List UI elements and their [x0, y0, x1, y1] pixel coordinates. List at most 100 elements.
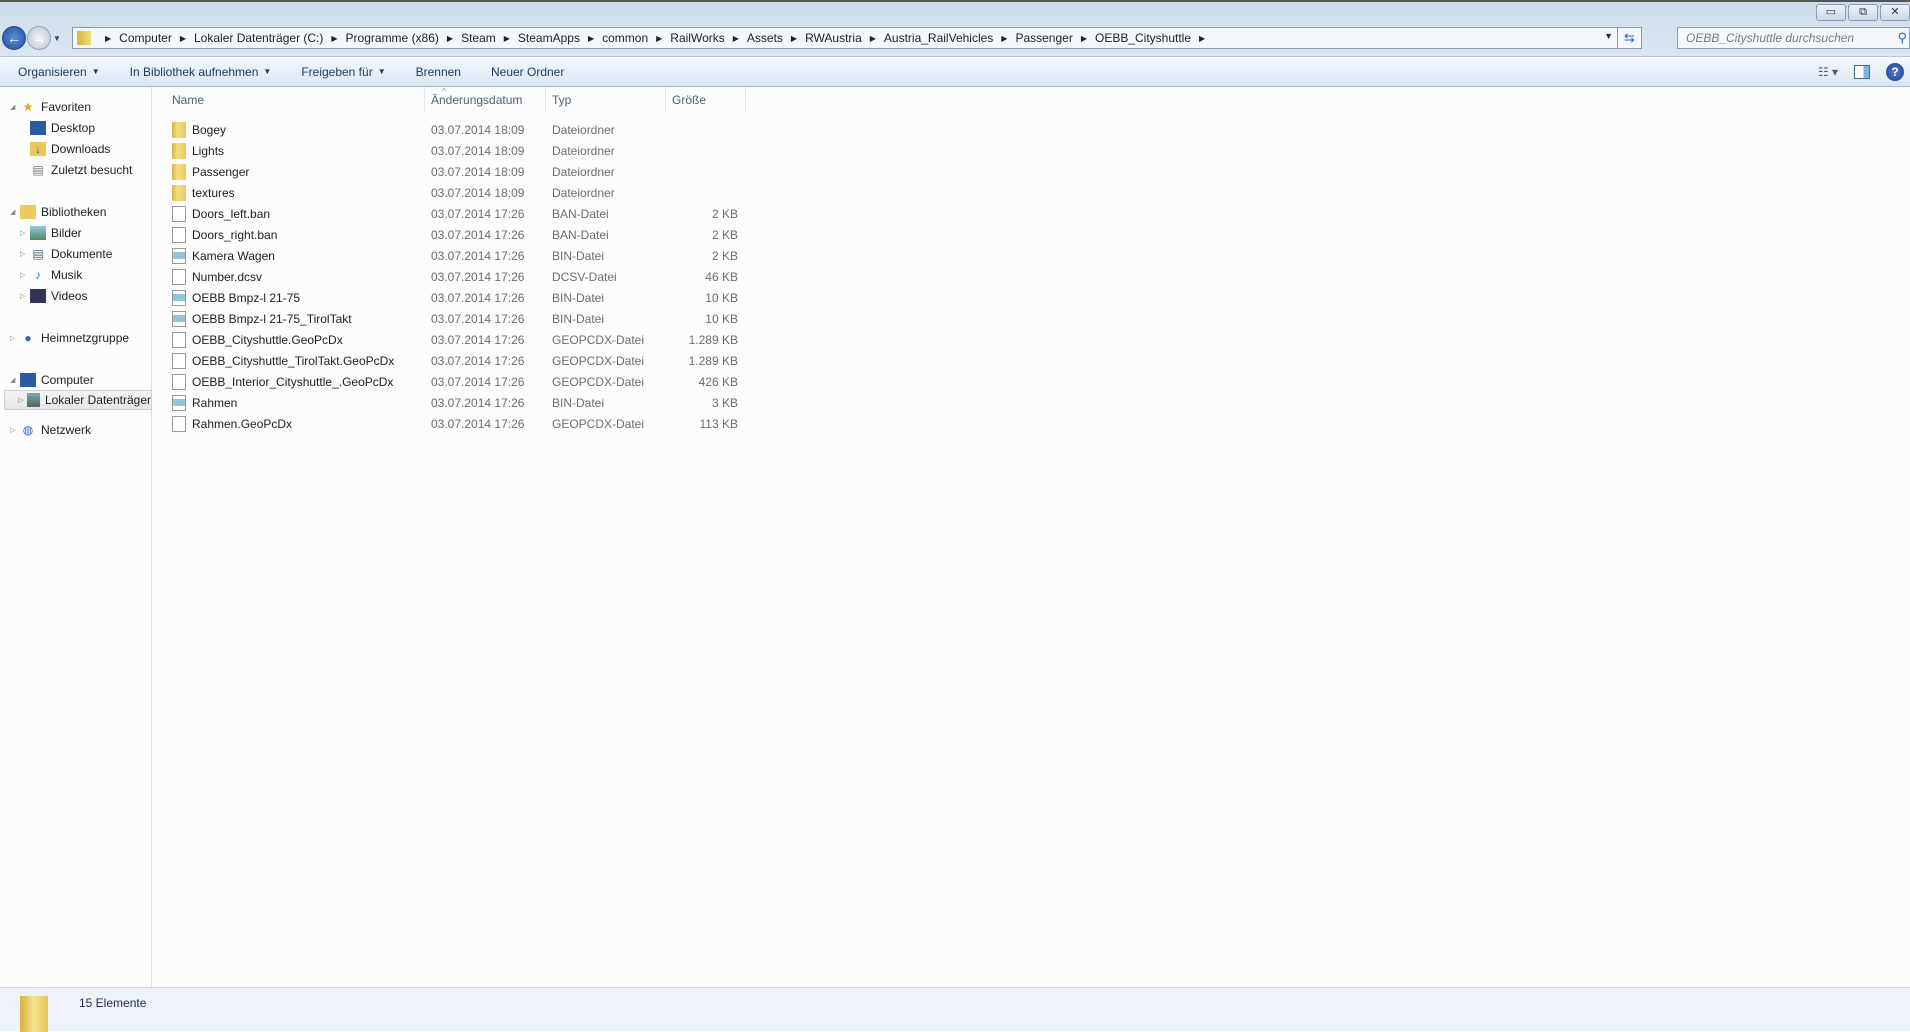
sidebar-item-favorites[interactable]: ◢ ★ Favoriten	[10, 97, 91, 117]
file-row[interactable]: OEBB Bmpz-l 21-75 03.07.2014 17:26 BIN-Dat…	[152, 287, 752, 308]
search-placeholder: OEBB_Cityshuttle durchsuchen	[1686, 31, 1855, 45]
file-row[interactable]: Rahmen 03.07.2014 17:26 BIN-Datei 3 KB	[152, 392, 752, 413]
collapsed-icon[interactable]: ▷	[20, 229, 30, 237]
file-row[interactable]: Doors_right.ban 03.07.2014 17:26 BAN-Datei…	[152, 224, 752, 245]
breadcrumb-item[interactable]: Programme (x86) ▶	[346, 31, 462, 45]
burn-button[interactable]: Brennen	[416, 65, 461, 79]
file-row[interactable]: Lights 03.07.2014 18:09 Dateiordner	[152, 140, 752, 161]
chevron-right-icon[interactable]: ▶	[180, 34, 186, 43]
breadcrumb-item[interactable]: Lokaler Datenträger (C:) ▶	[194, 31, 346, 45]
sidebar-item-pictures[interactable]: ▷ Bilder	[20, 223, 82, 243]
breadcrumb-label: SteamApps	[517, 31, 580, 45]
file-row[interactable]: Rahmen.GeoPcDx 03.07.2014 17:26 GEOPCDX-Da…	[152, 413, 752, 434]
breadcrumb-item[interactable]: RailWorks ▶	[670, 31, 747, 45]
close-button[interactable]: ✕	[1880, 4, 1910, 21]
file-row[interactable]: Passenger 03.07.2014 18:09 Dateiordner	[152, 161, 752, 182]
breadcrumb-item[interactable]: RWAustria ▶	[805, 31, 884, 45]
collapsed-icon[interactable]: ▷	[10, 334, 20, 342]
address-bar[interactable]: ▶ Computer ▶ Lokaler Datenträger (C:) ▶ Prog…	[72, 27, 1642, 49]
forward-button[interactable]: →	[27, 26, 51, 50]
breadcrumb-item[interactable]: Computer ▶	[119, 31, 194, 45]
sidebar-item-network[interactable]: ▷ ◍ Netzwerk	[10, 420, 91, 440]
chevron-right-icon[interactable]: ▶	[656, 34, 662, 43]
collapsed-icon[interactable]: ▷	[20, 250, 30, 258]
breadcrumb-item[interactable]: Assets ▶	[747, 31, 805, 45]
back-button[interactable]: ←	[2, 26, 26, 50]
file-name: Doors_left.ban	[192, 206, 271, 221]
file-row[interactable]: OEBB_Cityshuttle_TirolTakt.GeoPcDx 03.07.…	[152, 350, 752, 371]
chevron-right-icon[interactable]: ▶	[1001, 34, 1007, 43]
sidebar-item-music[interactable]: ▷ ♪ Musik	[20, 265, 82, 285]
breadcrumb-item[interactable]: SteamApps ▶	[518, 31, 602, 45]
chevron-right-icon[interactable]: ▶	[447, 34, 453, 43]
column-header-type[interactable]: Typ	[546, 87, 666, 113]
include-in-library-button[interactable]: In Bibliothek aufnehmen ▼	[130, 65, 272, 79]
chevron-right-icon[interactable]: ▶	[331, 34, 337, 43]
search-icon[interactable]: ⚲	[1897, 30, 1907, 46]
label: Heimnetzgruppe	[41, 331, 130, 345]
file-row[interactable]: textures 03.07.2014 18:09 Dateiordner	[152, 182, 752, 203]
preview-pane-icon[interactable]	[1854, 65, 1870, 79]
column-header-size[interactable]: Größe	[666, 87, 746, 113]
file-row[interactable]: Kamera Wagen 03.07.2014 17:26 BIN-Datei 2 K…	[152, 245, 752, 266]
file-row[interactable]: OEBB_Cityshuttle.GeoPcDx 03.07.2014 17:26…	[152, 329, 752, 350]
recent-pages-dropdown[interactable]: ▼	[53, 34, 61, 43]
chevron-right-icon[interactable]: ▶	[870, 34, 876, 43]
file-row[interactable]: OEBB_Interior_Cityshuttle_.GeoPcDx 03.07.…	[152, 371, 752, 392]
breadcrumb-item[interactable]: OEBB_Cityshuttle ▶	[1095, 31, 1213, 45]
breadcrumb-item[interactable]: Austria_RailVehicles ▶	[884, 31, 1016, 45]
column-header-name[interactable]: Name ^	[152, 87, 446, 113]
file-type: BAN-Datei	[552, 206, 609, 221]
file-date: 03.07.2014 17:26	[431, 332, 525, 347]
new-folder-button[interactable]: Neuer Ordner	[491, 65, 564, 79]
organize-button[interactable]: Organisieren ▼	[18, 65, 100, 79]
chevron-right-icon[interactable]: ▶	[105, 34, 111, 43]
file-name-cell: OEBB_Cityshuttle.GeoPcDx	[172, 331, 343, 348]
breadcrumb-item[interactable]: Steam ▶	[461, 31, 518, 45]
minimize-button[interactable]: ▭	[1816, 4, 1846, 21]
refresh-button[interactable]: ⇆	[1617, 28, 1641, 48]
breadcrumb-label: RWAustria	[805, 31, 862, 45]
chevron-right-icon[interactable]: ▶	[1081, 34, 1087, 43]
file-date: 03.07.2014 17:26	[431, 374, 525, 389]
sidebar-item-downloads[interactable]: ↓ Downloads	[30, 139, 110, 159]
sidebar-item-recent[interactable]: ▤ Zuletzt besucht	[30, 160, 132, 180]
sidebar-item-desktop[interactable]: Desktop	[30, 118, 95, 138]
file-row[interactable]: Bogey 03.07.2014 18:09 Dateiordner	[152, 119, 752, 140]
expanded-icon[interactable]: ◢	[10, 208, 20, 216]
expanded-icon[interactable]: ◢	[10, 376, 20, 384]
chevron-right-icon[interactable]: ▶	[588, 34, 594, 43]
restore-button[interactable]: ⧉	[1848, 4, 1878, 21]
sidebar-item-libraries[interactable]: ◢ Bibliotheken	[10, 202, 106, 222]
breadcrumb-item[interactable]: common ▶	[602, 31, 670, 45]
file-row[interactable]: Number.dcsv 03.07.2014 17:26 DCSV-Datei 46 …	[152, 266, 752, 287]
sidebar-item-homegroup[interactable]: ▷ ● Heimnetzgruppe	[10, 328, 129, 348]
sidebar-item-documents[interactable]: ▷ ▤ Dokumente	[20, 244, 112, 264]
file-date: 03.07.2014 18:09	[431, 164, 525, 179]
collapsed-icon[interactable]: ▷	[20, 292, 30, 300]
search-input[interactable]: OEBB_Cityshuttle durchsuchen ⚲	[1677, 27, 1910, 49]
expanded-icon[interactable]: ◢	[10, 103, 20, 111]
sidebar-item-videos[interactable]: ▷ Videos	[20, 286, 87, 306]
collapsed-icon[interactable]: ▷	[10, 426, 20, 434]
star-icon: ★	[22, 100, 34, 114]
sidebar-item-computer[interactable]: ◢ Computer	[10, 370, 94, 390]
help-icon[interactable]: ?	[1886, 63, 1904, 81]
sidebar-item-local-disk[interactable]: ▷ Lokaler Datenträger	[4, 390, 152, 410]
file-row[interactable]: Doors_left.ban 03.07.2014 17:26 BAN-Datei 2…	[152, 203, 752, 224]
breadcrumb-item[interactable]: Passenger ▶	[1015, 31, 1095, 45]
file-name: Bogey	[192, 122, 227, 137]
file-date: 03.07.2014 17:26	[431, 206, 525, 221]
chevron-right-icon[interactable]: ▶	[504, 34, 510, 43]
chevron-right-icon[interactable]: ▶	[1199, 34, 1205, 43]
navigation-pane: ◢ ★ Favoriten Desktop ↓ Downloads ▤ Zuletzt …	[0, 87, 152, 987]
collapsed-icon[interactable]: ▷	[20, 271, 30, 279]
chevron-right-icon[interactable]: ▶	[733, 34, 739, 43]
address-dropdown[interactable]: ▼	[1604, 31, 1613, 41]
file-row[interactable]: OEBB Bmpz-l 21-75_TirolTakt 03.07.2014 17…	[152, 308, 752, 329]
column-header-date[interactable]: Änderungsdatum	[425, 87, 546, 113]
collapsed-icon[interactable]: ▷	[18, 396, 26, 404]
view-options-icon[interactable]: ☷ ▾	[1818, 65, 1838, 79]
chevron-right-icon[interactable]: ▶	[791, 34, 797, 43]
share-with-button[interactable]: Freigeben für ▼	[301, 65, 385, 79]
